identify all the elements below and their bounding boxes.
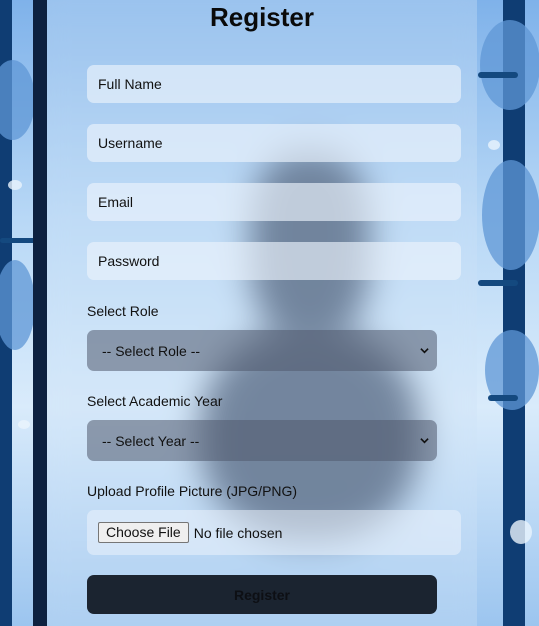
snow-patch	[488, 140, 500, 150]
tree-foliage	[480, 20, 539, 110]
username-input[interactable]: Username	[87, 124, 461, 162]
profile-picture-label: Upload Profile Picture (JPG/PNG)	[87, 483, 298, 499]
page-title: Register	[209, 2, 315, 32]
academic-year-label: Select Academic Year	[87, 393, 223, 409]
academic-year-select-value: -- Select Year --	[102, 432, 200, 449]
file-status-text: No file chosen	[193, 524, 283, 541]
password-input[interactable]: Password	[87, 242, 461, 280]
full-name-input[interactable]: Full Name	[87, 65, 461, 103]
profile-picture-upload: Choose File No file chosen	[87, 510, 461, 555]
role-label: Select Role	[87, 303, 159, 319]
academic-year-select[interactable]: -- Select Year --	[87, 420, 437, 461]
snow-patch	[18, 420, 30, 429]
panel-edge	[33, 0, 47, 626]
tree-foliage	[482, 160, 539, 270]
chevron-down-icon	[420, 438, 429, 444]
snow-patch	[510, 520, 532, 544]
register-button[interactable]: Register	[87, 575, 437, 614]
tree-branch	[478, 280, 518, 286]
choose-file-button[interactable]: Choose File	[98, 522, 189, 543]
tree-branch	[488, 395, 518, 401]
snow-patch	[8, 180, 22, 190]
role-select-value: -- Select Role --	[102, 342, 201, 359]
tree-branch	[478, 72, 518, 78]
role-select[interactable]: -- Select Role --	[87, 330, 437, 371]
email-input[interactable]: Email	[87, 183, 461, 221]
chevron-down-icon	[420, 348, 429, 354]
